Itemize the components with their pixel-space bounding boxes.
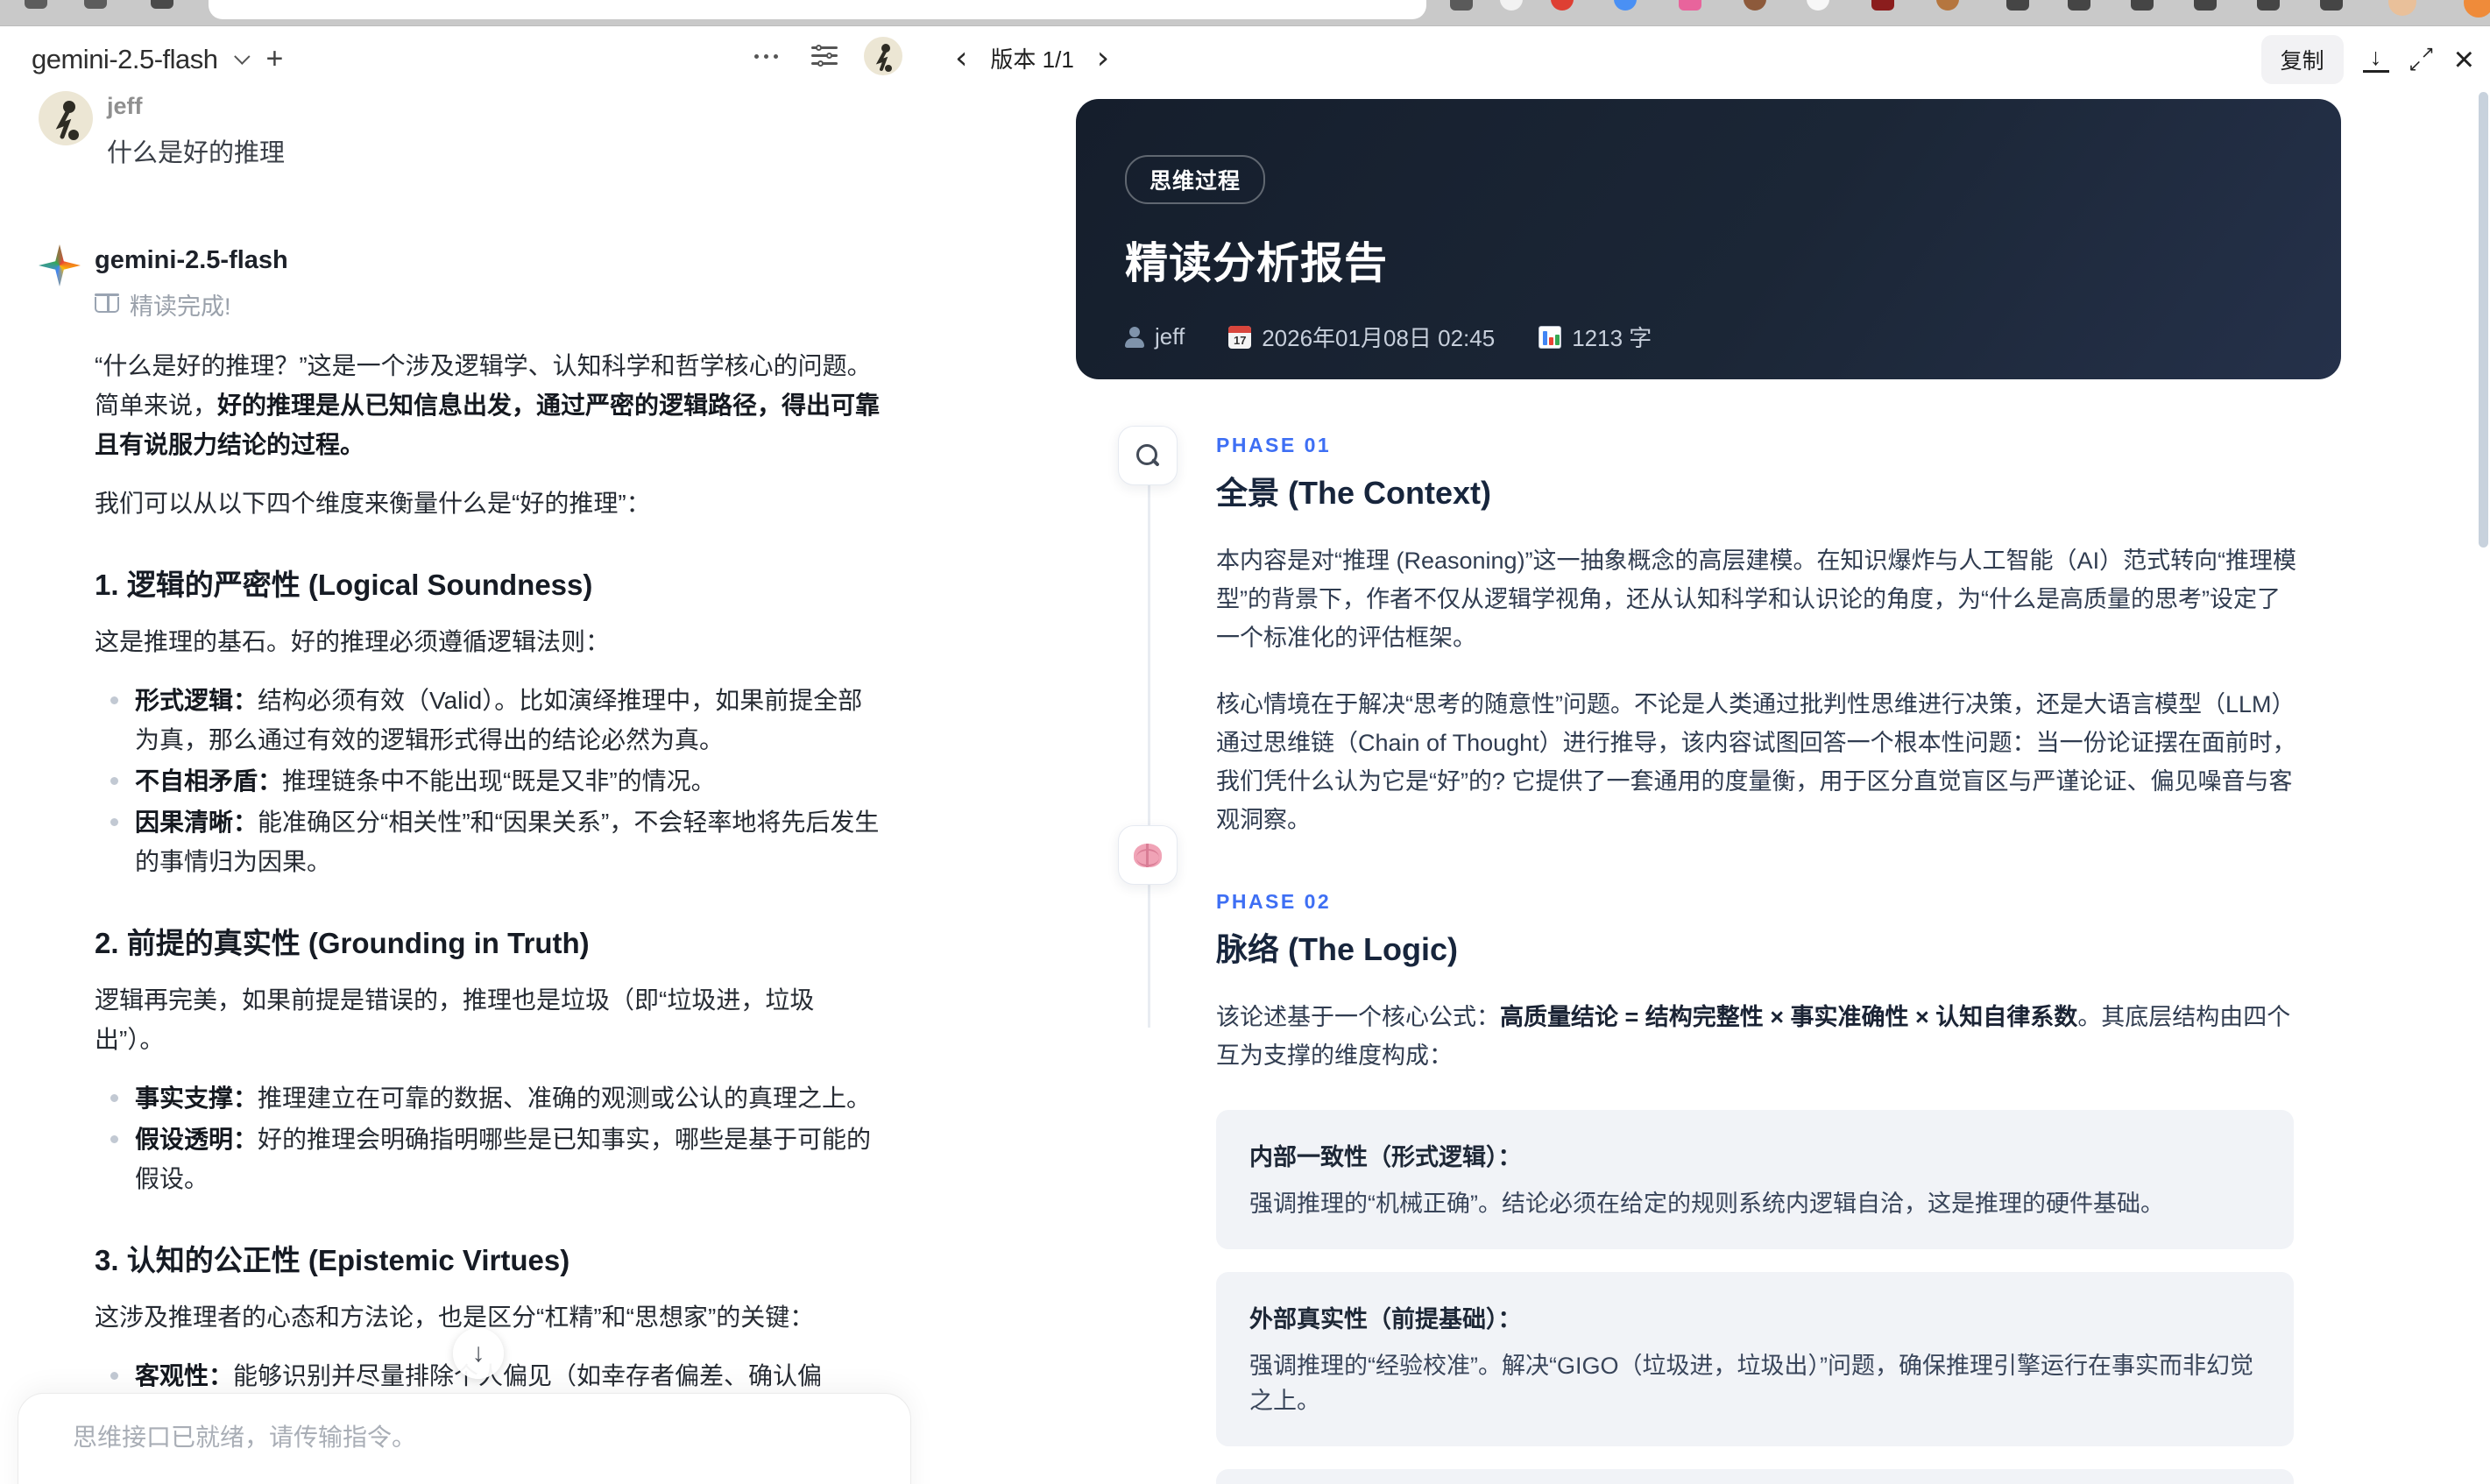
settings-sliders-icon[interactable] <box>811 45 838 67</box>
section-lead: 逻辑再完美，如果前提是错误的，推理也是垃圾（即“垃圾进，垃圾出”）。 <box>95 986 815 1053</box>
phase2-label: PHASE 02 <box>1216 890 1332 913</box>
phase1-icon-tile <box>1118 426 1178 485</box>
report-title: 精读分析报告 <box>1125 240 1389 287</box>
author-icon <box>1125 326 1144 348</box>
list-item: 假设透明：好的推理会明确指明哪些是已知事实，哪些是基于可能的假设。 <box>95 1120 883 1198</box>
magnifier-icon <box>1136 444 1159 467</box>
extension-icon[interactable] <box>1679 0 1701 11</box>
artifact-toolbar: ‹ 版本 1/1 › 复制 ↓ ↗ ↙ × <box>936 26 2490 95</box>
assistant-reply: “什么是好的推理？”这是一个涉及逻辑学、认知科学和哲学核心的问题。简单来说，好的… <box>95 346 883 1484</box>
downloads-icon[interactable] <box>2320 0 2343 11</box>
user-avatar <box>39 91 93 145</box>
address-bar[interactable] <box>209 0 1426 19</box>
back-icon[interactable] <box>25 0 47 9</box>
extension-icon[interactable] <box>2464 0 2490 18</box>
share-icon[interactable] <box>1450 0 1473 11</box>
assistant-message: gemini-2.5-flash 精读完成! “什么是好的推理？”这是一个涉及逻… <box>39 243 918 1484</box>
user-name: jeff <box>107 93 143 119</box>
version-label: 版本 1/1 <box>990 46 1074 73</box>
assistant-status: 精读完成! <box>95 287 918 322</box>
toolbar-icon[interactable] <box>2068 0 2090 11</box>
phase2-title: 脉络 (The Logic) <box>1216 931 1458 967</box>
list-item: 事实支撑：推理建立在可靠的数据、准确的观测或公认的真理之上。 <box>95 1078 883 1118</box>
composer-placeholder: 思维接口已就绪，请传输指令。 <box>73 1424 417 1451</box>
model-name: gemini-2.5-flash <box>32 43 218 74</box>
model-switcher[interactable]: gemini-2.5-flash + <box>32 42 283 76</box>
report-meta: jeff 17 2026年01月08日 02:45 1213 字 <box>1125 321 2341 353</box>
more-options-icon[interactable] <box>747 47 785 66</box>
phase2-section: PHASE 02 脉络 (The Logic) 该论述基于一个核心公式：高质量结… <box>1076 890 2341 1484</box>
phase1-section: PHASE 01 全景 (The Context) 本内容是对“推理 (Reas… <box>1076 434 2341 839</box>
status-text: 精读完成! <box>130 293 231 320</box>
extension-icon[interactable] <box>1807 0 1829 11</box>
list-item: 不自相矛盾：推理链条中不能出现“既是又非”的情况。 <box>95 761 883 801</box>
phase1-paragraph: 核心情境在于解决“思考的随意性”问题。不论是人类通过批判性思维进行决策，还是大语… <box>1216 691 2296 833</box>
report-panel: 思维过程 精读分析报告 jeff 17 2026年01月08日 02:45 121… <box>1076 99 2341 1484</box>
chat-header: gemini-2.5-flash + <box>0 26 929 93</box>
phase2-lead: 该论述基于一个核心公式：高质量结论 = 结构完整性 × 事实准确性 × 认知自律… <box>1216 1004 2291 1069</box>
version-navigator: ‹ 版本 1/1 › <box>955 42 1109 74</box>
open-book-icon <box>95 293 119 313</box>
fullscreen-icon[interactable]: ↗ ↙ <box>2409 45 2435 74</box>
browser-toolbar <box>0 0 2490 26</box>
download-icon[interactable]: ↓ <box>2362 46 2389 73</box>
list-item: 形式逻辑：结构必须有效（Valid）。比如演绎推理中，如果前提全部为真，那么通过… <box>95 681 883 760</box>
report-word-count: 1213 字 <box>1572 325 1652 351</box>
phase2-icon-tile <box>1118 825 1178 885</box>
arrow-down-icon: ↓ <box>471 1339 485 1367</box>
assistant-model-name: gemini-2.5-flash <box>95 246 288 274</box>
chat-transcript: jeff 什么是好的推理 gemini-2.5-flash 精读完成! “什么是… <box>39 91 918 1484</box>
bullet-list: 事实支撑：推理建立在可靠的数据、准确的观测或公认的真理之上。 假设透明：好的推理… <box>95 1078 883 1198</box>
app-window: gemini-2.5-flash + jeff 什么是好的推理 gemini-2… <box>0 0 2490 1484</box>
prev-version-icon[interactable]: ‹ <box>955 42 967 74</box>
section-lead: 这是推理的基石。好的推理必须遵循逻辑法则： <box>95 628 611 655</box>
profile-avatar[interactable] <box>2388 0 2416 16</box>
list-item: 因果清晰：能准确区分“相关性”和“因果关系”，不会轻率地将先后发生的事情归为因果… <box>95 802 883 881</box>
user-message: jeff 什么是好的推理 <box>39 91 918 169</box>
report-author: jeff <box>1155 323 1185 350</box>
dimension-card: 主体伦理（认识美德）： 转向推理者的心理特征。引入奥卡姆剃刀和反向论证，旨在克服… <box>1216 1469 2294 1484</box>
new-chat-button[interactable]: + <box>266 42 284 76</box>
calendar-icon: 17 <box>1228 325 1252 349</box>
toolbar-icon[interactable] <box>2194 0 2217 11</box>
toolbar-icon[interactable] <box>2006 0 2029 11</box>
intro-paragraph: “什么是好的推理？”这是一个涉及逻辑学、认知科学和哲学核心的问题。简单来说，好的… <box>95 352 881 458</box>
extension-icon[interactable] <box>1936 0 1959 11</box>
report-datetime: 2026年01月08日 02:45 <box>1262 325 1496 351</box>
extension-icon[interactable] <box>1551 0 1574 11</box>
phase1-label: PHASE 01 <box>1216 434 1332 456</box>
dimension-cards: 内部一致性（形式逻辑）： 强调推理的“机械正确”。结论必须在给定的规则系统内逻辑… <box>1216 1110 2294 1484</box>
word-count-icon <box>1539 325 1562 349</box>
message-composer[interactable]: 思维接口已就绪，请传输指令。 + <box>18 1393 911 1484</box>
phase1-paragraph: 本内容是对“推理 (Reasoning)”这一抽象概念的高层建模。在知识爆炸与人… <box>1216 548 2297 651</box>
scroll-to-bottom-button[interactable]: ↓ <box>453 1328 504 1379</box>
extension-icon[interactable] <box>1871 0 1894 11</box>
next-version-icon[interactable]: › <box>1097 42 1109 74</box>
gemini-logo-icon <box>39 244 81 286</box>
brain-icon <box>1134 843 1162 867</box>
dimension-card: 内部一致性（形式逻辑）： 强调推理的“机械正确”。结论必须在给定的规则系统内逻辑… <box>1216 1110 2294 1249</box>
extension-icon[interactable] <box>1614 0 1637 11</box>
bullet-list: 形式逻辑：结构必须有效（Valid）。比如演绎推理中，如果前提全部为真，那么通过… <box>95 681 883 881</box>
menu-icon[interactable] <box>151 0 173 9</box>
copy-button[interactable]: 复制 <box>2260 35 2344 84</box>
user-avatar[interactable] <box>864 37 902 75</box>
tabs-icon[interactable] <box>84 0 107 9</box>
close-icon[interactable]: × <box>2454 42 2474 77</box>
dimension-card: 外部真实性（前提基础）： 强调推理的“经验校准”。解决“GIGO（垃圾进，垃圾出… <box>1216 1272 2294 1446</box>
section-heading: 3. 认知的公正性 (Epistemic Virtues) <box>95 1244 570 1276</box>
intro-paragraph-2: 我们可以从以下四个维度来衡量什么是“好的推理”： <box>95 490 651 517</box>
extension-icon[interactable] <box>1500 0 1523 11</box>
vertical-scrollbar[interactable] <box>2479 92 2488 548</box>
report-badge: 思维过程 <box>1125 155 1266 204</box>
user-message-text: 什么是好的推理 <box>107 139 286 167</box>
phase1-title: 全景 (The Context) <box>1216 475 1491 511</box>
section-heading: 2. 前提的真实性 (Grounding in Truth) <box>95 927 590 959</box>
extension-icon[interactable] <box>1744 0 1766 11</box>
toolbar-icon[interactable] <box>2131 0 2154 11</box>
report-hero-card: 思维过程 精读分析报告 jeff 17 2026年01月08日 02:45 121… <box>1076 99 2341 379</box>
section-heading: 1. 逻辑的严密性 (Logical Soundness) <box>95 569 593 601</box>
toolbar-icon[interactable] <box>2257 0 2280 11</box>
chevron-down-icon <box>233 48 251 65</box>
